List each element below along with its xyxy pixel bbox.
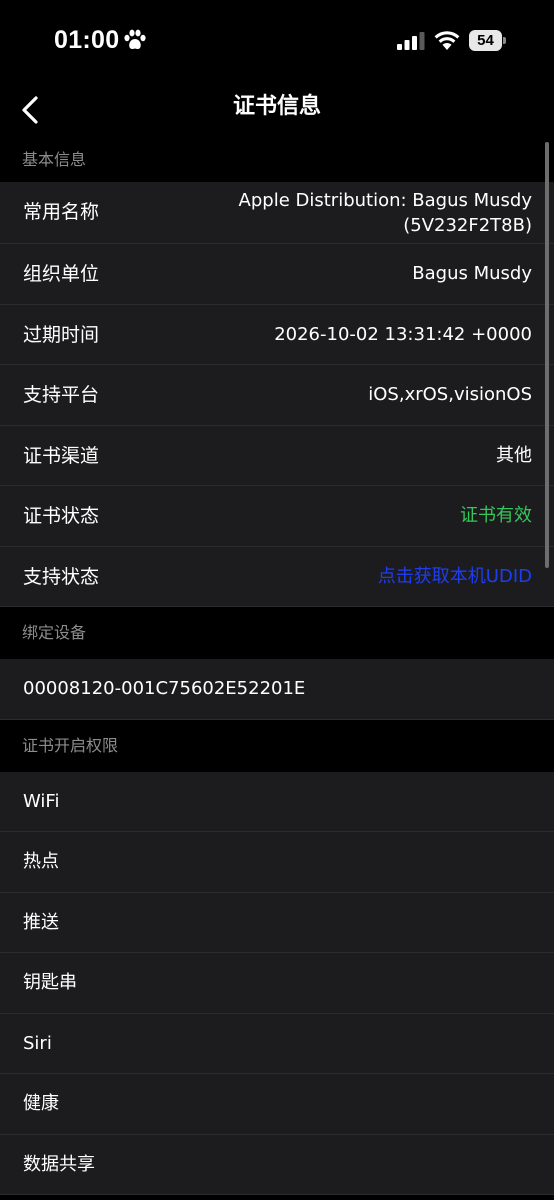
battery-cap [503,37,506,44]
navigation-bar: 证书信息 [0,84,554,138]
permission-item[interactable]: Siri [0,1013,554,1074]
permission-label: Siri [23,1032,52,1054]
row-common-name[interactable]: 常用名称 Apple Distribution: Bagus Musdy (5V… [0,182,554,244]
row-cert-status[interactable]: 证书状态 证书有效 [0,486,554,547]
common-name-line2: (5V232F2T8B) [403,215,532,236]
row-channel[interactable]: 证书渠道 其他 [0,425,554,486]
status-time: 01:00 [54,26,120,54]
back-button[interactable] [14,92,50,128]
permission-item[interactable]: 推送 [0,892,554,953]
organization-value: Bagus Musdy [412,263,532,284]
row-label: 组织单位 [23,263,100,285]
expiry-value: 2026-10-02 13:31:42 +0000 [274,323,532,345]
device-udid: 00008120-001C75602E52201E [23,678,306,699]
row-label: 过期时间 [23,323,100,346]
platforms-value: iOS,xrOS,visionOS [368,384,532,405]
permission-item[interactable]: 数据共享 [0,1134,554,1195]
permission-item[interactable]: 健康 [0,1074,554,1135]
get-udid-link[interactable]: 点击获取本机UDID [378,564,532,590]
battery-level: 54 [469,30,502,51]
scrollbar[interactable] [545,142,549,568]
channel-value: 其他 [496,444,532,466]
permission-label: 钥匙串 [23,972,77,993]
row-support-status[interactable]: 支持状态 点击获取本机UDID [0,546,554,607]
row-label: 证书渠道 [23,444,100,467]
wifi-icon [434,31,460,50]
permission-label: 健康 [23,1093,59,1114]
battery-icon: 54 [469,30,506,51]
section-header-bound-devices: 绑定设备 [0,607,554,659]
row-label: 支持平台 [23,384,100,406]
row-label: 支持状态 [23,565,100,588]
row-platforms[interactable]: 支持平台 iOS,xrOS,visionOS [0,365,554,426]
status-bar: 01:00 54 [0,0,554,84]
permission-item[interactable]: 热点 [0,832,554,893]
permission-item[interactable]: 钥匙串 [0,953,554,1014]
row-label: 常用名称 [23,201,100,223]
cellular-signal-icon [397,32,425,50]
permission-label: 数据共享 [23,1153,95,1175]
row-device-udid[interactable]: 00008120-001C75602E52201E [0,659,554,720]
row-organization[interactable]: 组织单位 Bagus Musdy [0,244,554,305]
permission-item[interactable]: WiFi [0,771,554,832]
permission-label: WiFi [23,790,60,812]
section-header-basic-info: 基本信息 [0,138,554,182]
row-label: 证书状态 [23,505,100,527]
status-badge: 证书有效 [460,505,532,526]
common-name-line1: Apple Distribution: Bagus Musdy [238,190,532,211]
common-name-value: Apple Distribution: Bagus Musdy (5V232F2… [239,188,532,238]
page-title: 证书信息 [232,94,321,119]
paw-icon [124,29,146,50]
row-expiry[interactable]: 过期时间 2026-10-02 13:31:42 +0000 [0,304,554,365]
permission-label: 推送 [23,911,59,933]
content-list[interactable]: 基本信息 常用名称 Apple Distribution: Bagus Musd… [0,138,554,1195]
permission-label: 热点 [23,851,59,872]
section-header-permissions: 证书开启权限 [0,719,554,772]
